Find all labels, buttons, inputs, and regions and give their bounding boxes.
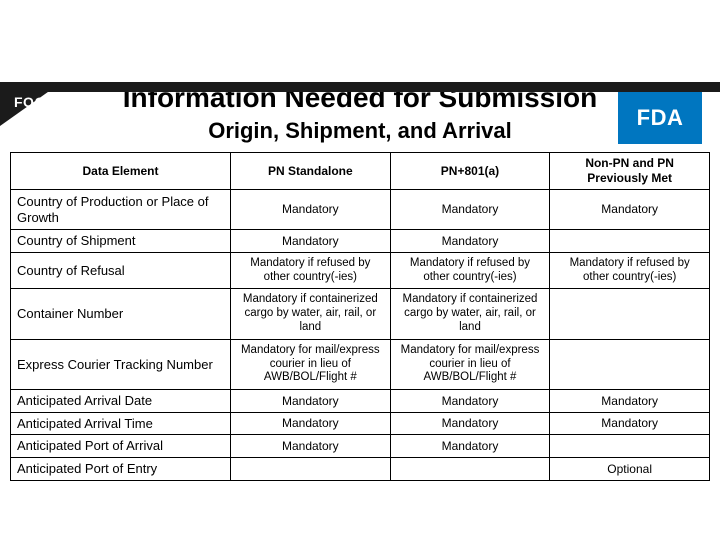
table-row: Country of Shipment Mandatory Mandatory bbox=[11, 230, 710, 253]
table-row: Express Courier Tracking Number Mandator… bbox=[11, 339, 710, 389]
cell: Mandatory bbox=[390, 230, 550, 253]
cell: Mandatory bbox=[550, 190, 710, 230]
table-row: Country of Refusal Mandatory if refused … bbox=[11, 252, 710, 289]
cell: Mandatory for mail/express courier in li… bbox=[390, 339, 550, 389]
cell: Mandatory if refused by other country(-i… bbox=[550, 252, 710, 289]
row-label: Container Number bbox=[11, 289, 231, 339]
table-wrap: Data Element PN Standalone PN+801(a) Non… bbox=[10, 152, 710, 481]
cell: Mandatory bbox=[231, 390, 391, 413]
table-row: Container Number Mandatory if containeri… bbox=[11, 289, 710, 339]
cell: Optional bbox=[550, 457, 710, 480]
cell bbox=[231, 457, 391, 480]
table-row: Anticipated Arrival Time Mandatory Manda… bbox=[11, 412, 710, 435]
cell: Mandatory bbox=[231, 190, 391, 230]
row-label: Anticipated Arrival Time bbox=[11, 412, 231, 435]
cell: Mandatory bbox=[231, 435, 391, 458]
cell: Mandatory if containerized cargo by wate… bbox=[231, 289, 391, 339]
table-row: Anticipated Port of Arrival Mandatory Ma… bbox=[11, 435, 710, 458]
cell: Mandatory bbox=[550, 390, 710, 413]
row-label: Anticipated Port of Entry bbox=[11, 457, 231, 480]
cell bbox=[390, 457, 550, 480]
row-label: Express Courier Tracking Number bbox=[11, 339, 231, 389]
cell bbox=[550, 339, 710, 389]
table-header-row: Data Element PN Standalone PN+801(a) Non… bbox=[11, 153, 710, 190]
top-dark-strip bbox=[0, 82, 720, 92]
table-row: Country of Production or Place of Growth… bbox=[11, 190, 710, 230]
cell bbox=[550, 230, 710, 253]
cell: Mandatory bbox=[390, 390, 550, 413]
cell bbox=[550, 289, 710, 339]
row-label: Country of Refusal bbox=[11, 252, 231, 289]
row-label: Anticipated Arrival Date bbox=[11, 390, 231, 413]
col-header-pn-standalone: PN Standalone bbox=[231, 153, 391, 190]
table-row: Anticipated Arrival Date Mandatory Manda… bbox=[11, 390, 710, 413]
fda-badge: FDA bbox=[618, 92, 702, 144]
cell: Mandatory bbox=[231, 230, 391, 253]
cell bbox=[550, 435, 710, 458]
slide: FOO FDA Information Needed for Submissio… bbox=[0, 82, 720, 540]
corner-label: FOO bbox=[14, 94, 46, 110]
row-label: Country of Production or Place of Growth bbox=[11, 190, 231, 230]
cell: Mandatory if refused by other country(-i… bbox=[231, 252, 391, 289]
table-row: Anticipated Port of Entry Optional bbox=[11, 457, 710, 480]
row-label: Country of Shipment bbox=[11, 230, 231, 253]
col-header-pn-801a: PN+801(a) bbox=[390, 153, 550, 190]
fda-badge-text: FDA bbox=[637, 105, 684, 131]
topbar: FOO FDA bbox=[0, 82, 720, 156]
cell: Mandatory if refused by other country(-i… bbox=[390, 252, 550, 289]
col-header-data-element: Data Element bbox=[11, 153, 231, 190]
cell: Mandatory bbox=[390, 435, 550, 458]
cell: Mandatory bbox=[390, 412, 550, 435]
cell: Mandatory bbox=[231, 412, 391, 435]
cell: Mandatory if containerized cargo by wate… bbox=[390, 289, 550, 339]
data-table: Data Element PN Standalone PN+801(a) Non… bbox=[10, 152, 710, 481]
cell: Mandatory for mail/express courier in li… bbox=[231, 339, 391, 389]
row-label: Anticipated Port of Arrival bbox=[11, 435, 231, 458]
cell: Mandatory bbox=[390, 190, 550, 230]
cell: Mandatory bbox=[550, 412, 710, 435]
col-header-nonpn: Non-PN and PN Previously Met bbox=[550, 153, 710, 190]
